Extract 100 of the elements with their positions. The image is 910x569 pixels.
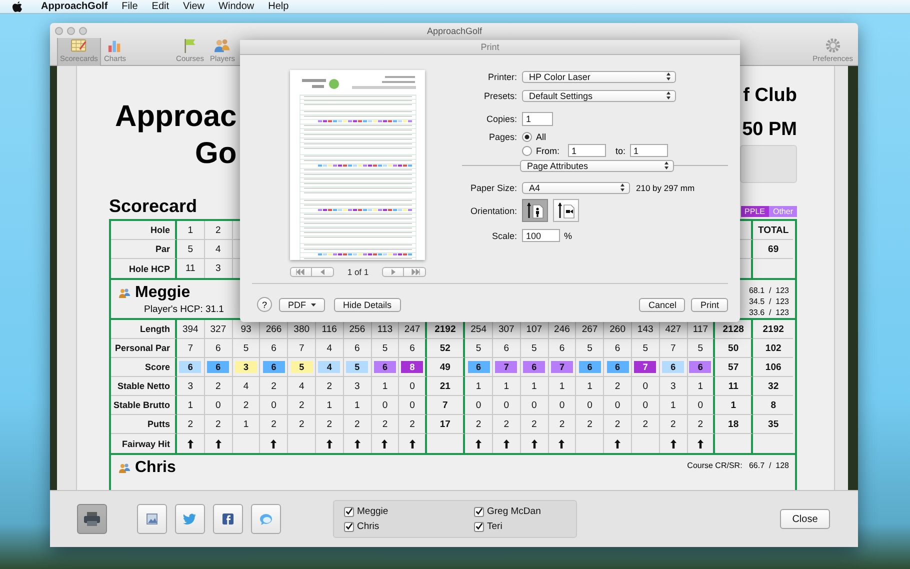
people-icon (119, 463, 130, 473)
next-page-button[interactable] (382, 267, 404, 277)
popup-button[interactable]: Default Settings (522, 90, 676, 102)
checkbox-label[interactable]: Chris (357, 521, 380, 532)
checkbox[interactable] (474, 506, 484, 516)
forward-arrow-icon (390, 269, 396, 275)
hide-details-button[interactable]: Hide Details (334, 298, 401, 312)
legend-tag: PPLE (740, 206, 769, 217)
last-page-button[interactable] (404, 267, 426, 277)
table-cell: 1 (232, 415, 260, 434)
up-arrow-icon (558, 438, 566, 448)
table-cell: 2 (465, 415, 493, 434)
people-icon (119, 288, 130, 298)
score-chip: 6 (468, 361, 490, 373)
table-cell: 1 (688, 377, 716, 396)
score-chip: 3 (234, 361, 257, 373)
share-button[interactable] (137, 504, 167, 534)
player-name: Meggie (135, 283, 190, 303)
table-cell: 2 (204, 415, 233, 434)
share-button[interactable] (175, 504, 205, 534)
table-cell: Fairway Hit (111, 434, 177, 453)
print-button[interactable]: Print (691, 298, 728, 312)
table-cell: 57 (715, 358, 754, 377)
unit-label: % (564, 230, 572, 240)
up-arrow-icon (186, 438, 194, 448)
checkbox-label[interactable]: Meggie (357, 506, 388, 517)
share-button[interactable] (77, 504, 107, 534)
table-cell: 0 (465, 396, 493, 415)
previous-page-button[interactable] (312, 267, 334, 277)
orientation-button[interactable] (553, 199, 579, 222)
menu-item[interactable]: Edit (152, 1, 170, 12)
field-label: Printer: (486, 72, 517, 82)
table-cell: 6 (260, 339, 288, 358)
menu-item[interactable]: ApproachGolf (41, 1, 108, 12)
checkbox[interactable] (344, 506, 354, 516)
table-cell: 0 (399, 396, 428, 415)
copies-field[interactable]: 1 (522, 112, 553, 126)
cancel-button[interactable]: Cancel (639, 298, 686, 312)
radio-label[interactable]: All (536, 132, 546, 142)
menu-item[interactable]: Help (268, 1, 289, 12)
table-cell: 7 (177, 339, 205, 358)
rating-text: 33.6 / 123 (748, 307, 789, 318)
help-button[interactable]: ? (257, 297, 272, 312)
table-cell: 1 (177, 396, 205, 415)
table-cell: 2 (492, 415, 521, 434)
menu-item[interactable]: Window (218, 1, 254, 12)
table-cell: 1 (715, 396, 754, 415)
pdf-button[interactable]: PDF (279, 298, 325, 312)
checkbox[interactable] (344, 522, 354, 532)
menu-item[interactable]: File (122, 1, 138, 12)
checkbox-label[interactable]: Teri (487, 521, 502, 532)
table-cell: 1 (177, 221, 205, 240)
radio-button[interactable] (522, 132, 532, 142)
radio-label[interactable]: From: (536, 146, 560, 156)
to-field[interactable]: 1 (630, 144, 668, 157)
popup-button[interactable]: Page Attributes (520, 160, 674, 172)
bird-icon (183, 513, 197, 525)
menu-item[interactable]: View (183, 1, 205, 12)
table-cell: 106 (753, 358, 794, 377)
back-arrow-icon (320, 269, 325, 275)
title-text: Approac (115, 99, 237, 135)
table-cell: 2 (344, 415, 372, 434)
table-cell: 2 (316, 377, 344, 396)
close-button[interactable]: Close (780, 509, 830, 529)
table-cell: 5 (632, 339, 660, 358)
scale-field[interactable]: 100 (522, 229, 560, 242)
table-cell: 7 (660, 339, 688, 358)
rating-text: Course CR/SR: 66.7 / 128 (687, 460, 789, 471)
legend-tag: Other (768, 206, 797, 217)
table-cell: 3 (344, 377, 372, 396)
first-page-button[interactable] (290, 267, 312, 277)
table-cell: 2 (372, 415, 400, 434)
from-field[interactable]: 1 (568, 144, 606, 157)
table-cell: 5 (520, 339, 549, 358)
share-button[interactable] (213, 504, 243, 534)
checkbox-label[interactable]: Greg McDan (487, 506, 541, 517)
popup-button[interactable]: A4 (522, 182, 630, 194)
table-cell: 0 (632, 377, 660, 396)
table-cell: 5 (576, 339, 604, 358)
radio-button[interactable] (522, 146, 532, 156)
table-cell: 0 (204, 396, 233, 415)
portrait-icon (526, 202, 544, 219)
table-cell: 6 (604, 339, 632, 358)
score-chip: 6 (207, 361, 230, 373)
table-cell: 5 (177, 240, 205, 259)
up-arrow-icon (381, 438, 388, 448)
up-arrow-icon (502, 438, 510, 448)
header-text: f Club (743, 84, 797, 108)
table-cell: 0 (372, 396, 400, 415)
apple-icon[interactable] (12, 0, 23, 12)
popup-button[interactable]: HP Color Laser (522, 70, 676, 82)
score-chip: 7 (495, 361, 518, 373)
score-chip: 5 (346, 361, 368, 373)
table-cell: 1 (344, 396, 372, 415)
score-chip: 6 (606, 361, 629, 373)
table-cell: 50 (715, 339, 754, 358)
printer-icon (83, 511, 101, 527)
table-cell: 17 (427, 415, 466, 434)
checkbox[interactable] (474, 522, 484, 532)
orientation-button[interactable] (522, 199, 548, 222)
